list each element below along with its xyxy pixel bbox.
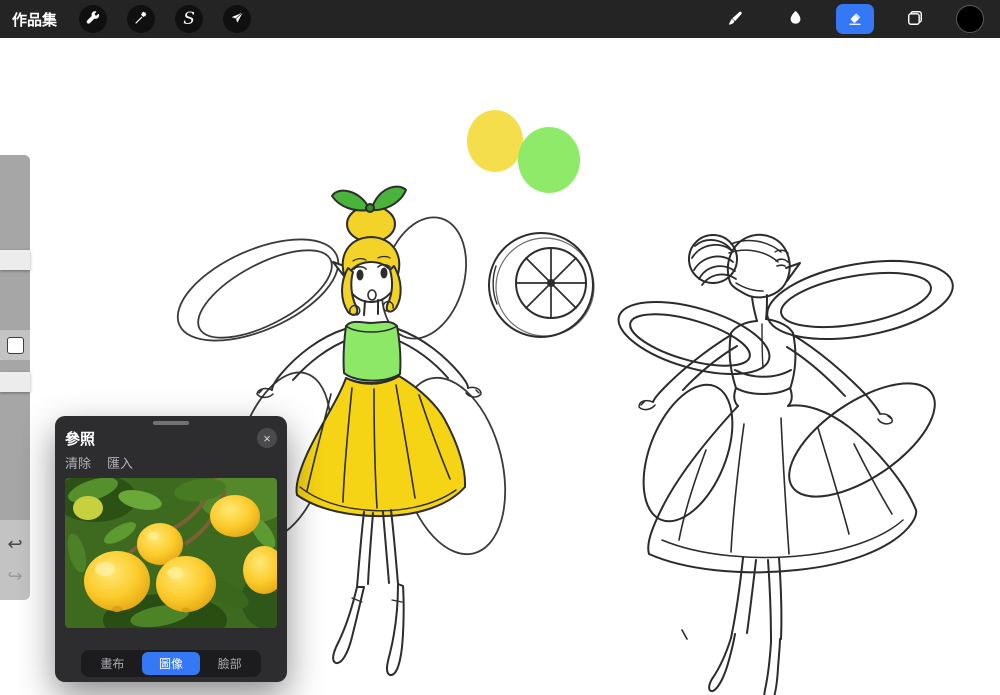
- eraser-icon: [845, 8, 865, 31]
- gallery-button[interactable]: 作品集: [10, 9, 59, 30]
- reference-image-lemons[interactable]: [65, 478, 277, 628]
- lemons-photo: [65, 478, 277, 628]
- brush-opacity-handle[interactable]: [0, 372, 30, 392]
- wrench-icon: [85, 10, 101, 29]
- actions-button[interactable]: [79, 5, 108, 33]
- clear-button[interactable]: 清除: [65, 453, 91, 472]
- tab-face[interactable]: 臉部: [200, 652, 259, 675]
- eraser-tool-button[interactable]: [836, 4, 874, 34]
- undo-button[interactable]: ↩: [0, 528, 30, 560]
- current-color-swatch: [956, 5, 984, 33]
- import-button[interactable]: 匯入: [107, 453, 133, 472]
- modify-button[interactable]: [0, 330, 30, 360]
- panel-title: 參照: [65, 430, 96, 448]
- topbar-right-tools: [716, 4, 990, 34]
- modify-square-icon: [6, 336, 24, 354]
- selection-s-icon: S: [183, 8, 195, 29]
- brush-size-slider[interactable]: [0, 155, 30, 330]
- reference-actions: 清除 匯入: [55, 449, 287, 478]
- adjustments-button[interactable]: [127, 5, 156, 33]
- smudge-tool-button[interactable]: [776, 4, 814, 34]
- layers-button[interactable]: [896, 4, 934, 34]
- procreate-app: 作品集 S ↩ ↪ 參照 × 清除 匯入 畫布 圖像 臉部: [0, 0, 1000, 695]
- reference-panel-header: 參照 ×: [55, 425, 287, 449]
- reference-panel: 參照 × 清除 匯入 畫布 圖像 臉部: [55, 416, 287, 682]
- topbar: 作品集 S: [0, 0, 1000, 38]
- transform-button[interactable]: [223, 5, 252, 33]
- color-swatch-button[interactable]: [956, 5, 984, 33]
- reference-tabs: 畫布 圖像 臉部: [81, 650, 261, 677]
- selection-button[interactable]: S: [175, 5, 204, 33]
- redo-button[interactable]: ↪: [0, 560, 30, 592]
- transform-arrow-icon: [229, 10, 245, 29]
- color-test-blobs: [467, 110, 580, 193]
- undo-icon: ↩: [7, 533, 23, 555]
- right-fairy-sketch: [617, 233, 954, 695]
- tab-canvas[interactable]: 畫布: [83, 652, 142, 675]
- magic-wand-icon: [133, 10, 149, 29]
- brush-tool-button[interactable]: [716, 4, 754, 34]
- brush-size-handle[interactable]: [0, 250, 30, 270]
- close-panel-button[interactable]: ×: [257, 428, 277, 448]
- paintbrush-icon: [725, 8, 745, 31]
- redo-icon: ↪: [7, 565, 23, 587]
- brush-sidebar: ↩ ↪: [0, 155, 30, 600]
- brush-opacity-slider[interactable]: [0, 360, 30, 520]
- lemon-slice-sketch: [488, 232, 595, 338]
- close-icon: ×: [263, 430, 271, 446]
- tab-image[interactable]: 圖像: [141, 652, 201, 675]
- smudge-drop-icon: [786, 8, 805, 30]
- layers-icon: [905, 8, 925, 31]
- topbar-left-tools: 作品集 S: [10, 5, 252, 33]
